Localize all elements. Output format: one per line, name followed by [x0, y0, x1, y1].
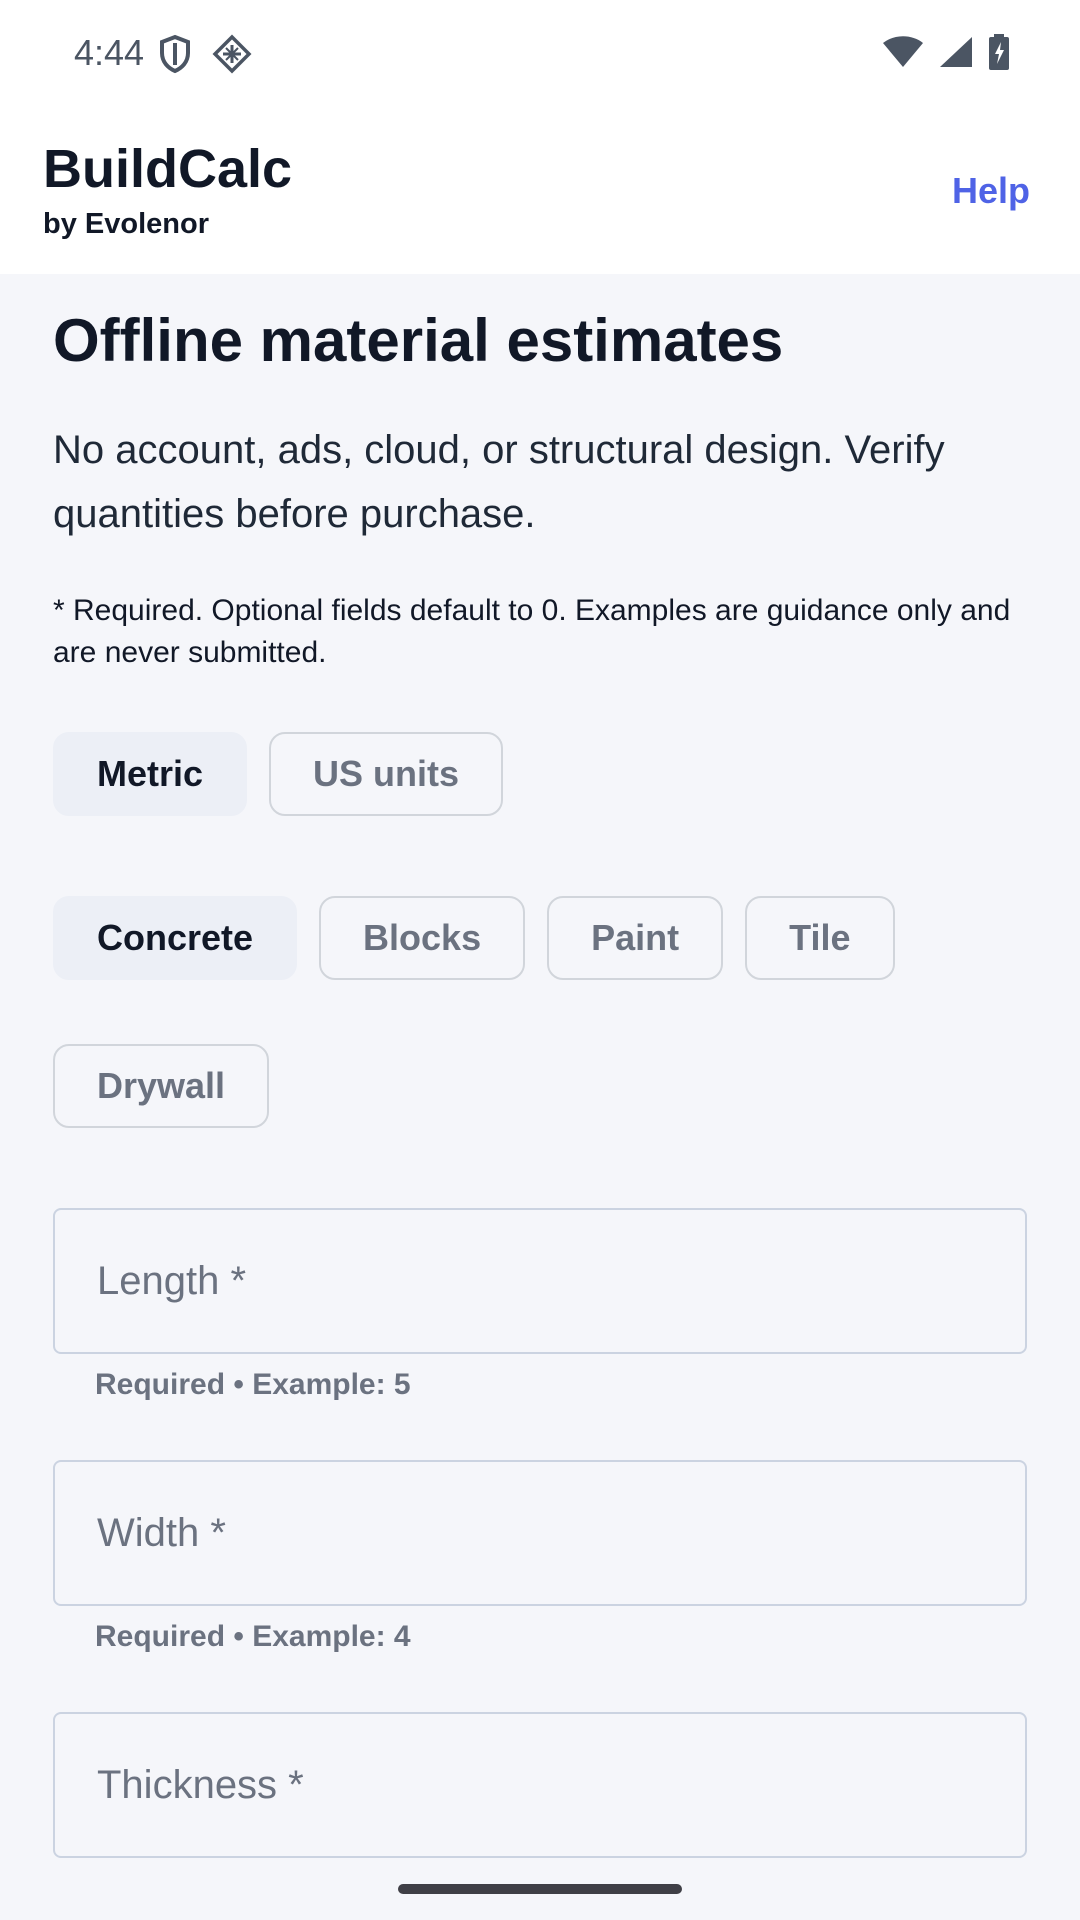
required-note: * Required. Optional fields default to 0…: [53, 594, 1011, 669]
calc-blocks-button[interactable]: Blocks: [319, 896, 526, 980]
help-link[interactable]: Help: [952, 170, 1030, 212]
length-field-group: Required • Example: 5: [53, 1208, 1027, 1402]
units-selector: Metric US units: [53, 732, 1027, 816]
calc-drywall-button[interactable]: Drywall: [53, 1044, 270, 1128]
diamond-grid-icon: [212, 34, 252, 79]
calc-tile-button[interactable]: Tile: [745, 896, 895, 980]
battery-icon: [988, 34, 1010, 75]
units-metric-button[interactable]: Metric: [53, 732, 248, 816]
units-us-button[interactable]: US units: [269, 732, 504, 816]
app-subtitle: by Evolenor: [43, 208, 209, 240]
page-title: Offline material estimates: [53, 307, 784, 374]
main-content: Offline material estimates No account, a…: [53, 274, 1027, 1858]
thickness-field-group: [53, 1712, 1027, 1858]
width-field-group: Required • Example: 4: [53, 1460, 1027, 1654]
signal-icon: [938, 35, 974, 74]
status-bar: 4:44: [0, 0, 1080, 108]
thickness-input[interactable]: [53, 1712, 1027, 1858]
width-helper: Required • Example: 4: [95, 1620, 411, 1653]
width-input[interactable]: [53, 1460, 1027, 1606]
app-header: BuildCalc by Evolenor Help: [0, 108, 1080, 274]
calc-paint-button[interactable]: Paint: [547, 896, 724, 980]
app-title: BuildCalc: [43, 139, 293, 199]
wifi-icon: [882, 35, 924, 74]
calc-concrete-button[interactable]: Concrete: [53, 896, 298, 980]
length-input[interactable]: [53, 1208, 1027, 1354]
page-description: No account, ads, cloud, or structural de…: [53, 428, 945, 536]
calculator-selector: Concrete Blocks Paint Tile Drywall: [53, 896, 1027, 1128]
gesture-nav-handle[interactable]: [398, 1884, 682, 1894]
status-time: 4:44: [74, 32, 145, 73]
length-helper: Required • Example: 5: [95, 1368, 411, 1401]
shield-icon: [158, 34, 192, 79]
